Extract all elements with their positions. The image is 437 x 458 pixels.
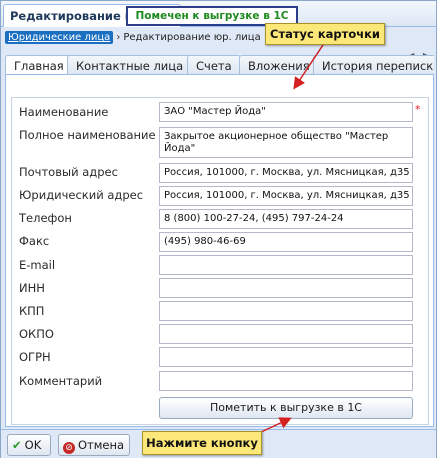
name-field[interactable]: ЗАО "Мастер Йода" [159, 102, 413, 122]
breadcrumb: Юридические лица › Редактирование юр. лица [5, 31, 261, 47]
okpo-field[interactable] [159, 324, 413, 344]
cancel-icon: ⊘ [63, 442, 75, 454]
ok-button[interactable]: ✔ OK [7, 434, 51, 456]
tab-main[interactable]: Главная [5, 55, 73, 74]
inn-field[interactable] [159, 278, 413, 298]
kpp-label: КПП [19, 304, 45, 318]
tab-contacts[interactable]: Контактные лица [67, 55, 193, 74]
ogrn-field[interactable] [159, 347, 413, 367]
ogrn-label: ОГРН [19, 350, 51, 364]
ok-button-label: OK [24, 438, 42, 452]
postal-address-field[interactable]: Россия, 101000, г. Москва, ул. Мясницкая… [159, 163, 413, 183]
cancel-button[interactable]: ⊘ Отмена [58, 434, 130, 456]
legal-address-label: Юридический адрес [19, 188, 144, 202]
phone-label: Телефон [19, 211, 72, 225]
status-callout: Статус карточки [265, 23, 385, 45]
checkmark-icon: ✔ [12, 438, 22, 452]
breadcrumb-separator: › [116, 32, 121, 43]
mark-for-1c-export-button[interactable]: Пометить к выгрузке в 1С [159, 397, 413, 419]
phone-field[interactable]: 8 (800) 100-27-24, (495) 797-24-24 [159, 209, 413, 229]
email-field[interactable] [159, 255, 413, 275]
tab-correspondence-history[interactable]: История переписки [313, 55, 434, 74]
required-mark: * [415, 103, 421, 116]
comment-field[interactable] [159, 371, 413, 391]
tab-accounts[interactable]: Счета [187, 55, 241, 74]
fax-field[interactable]: (495) 980-46-69 [159, 232, 413, 252]
name-label: Наименование [19, 105, 109, 119]
okpo-label: ОКПО [19, 327, 54, 341]
cancel-button-label: Отмена [78, 438, 125, 452]
breadcrumb-link-legal-entities[interactable]: Юридические лица [5, 31, 114, 44]
tab-attachments[interactable]: Вложения [239, 55, 319, 74]
press-button-callout: Нажмите кнопку [142, 431, 262, 455]
postal-address-label: Почтовый адрес [19, 165, 118, 179]
legal-address-field[interactable]: Россия, 101000, г. Москва, ул. Мясницкая… [159, 186, 413, 206]
edit-legal-entity-window: Редактирование юр. лица × Юридические ли… [0, 0, 437, 458]
breadcrumb-current: Редактирование юр. лица [123, 32, 261, 43]
fax-label: Факс [19, 234, 50, 248]
email-label: E-mail [19, 258, 56, 272]
full-name-field[interactable]: Закрытое акционерное общество "Мастер Йо… [159, 127, 413, 158]
full-name-label: Полное наименование [19, 128, 156, 142]
inn-label: ИНН [19, 281, 45, 295]
comment-label: Комментарий [19, 374, 103, 388]
tab-strip: Главная Контактные лица Счета Вложения И… [5, 53, 434, 75]
kpp-field[interactable] [159, 301, 413, 321]
